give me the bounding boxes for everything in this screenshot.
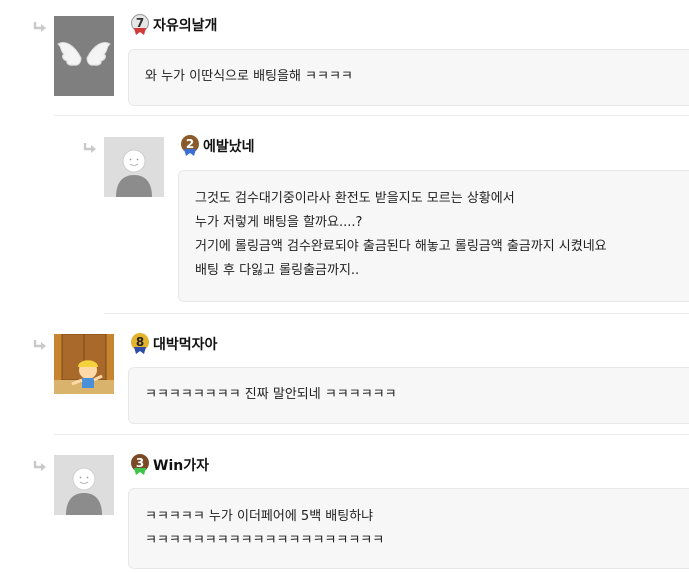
- comment-bubble: ㅋㅋㅋㅋㅋㅋㅋㅋ 진짜 말안되네 ㅋㅋㅋㅋㅋㅋ: [128, 367, 689, 424]
- nickname[interactable]: 에발났네: [203, 136, 255, 156]
- level-badge-icon: 3: [131, 454, 149, 476]
- comment-text: 누가 저렇게 배팅을 할까요....?: [195, 215, 363, 230]
- comment-text: ㅋㅋㅋㅋㅋㅋㅋㅋ 진짜 말안되네 ㅋㅋㅋㅋㅋㅋ: [145, 387, 397, 402]
- level-number: 3: [131, 454, 149, 472]
- comment-author: 7 자유의날개: [131, 14, 217, 36]
- comment-bubble: 와 누가 이딴식으로 배팅을해 ㅋㅋㅋㅋ: [128, 49, 689, 106]
- reply-arrow-icon: [33, 461, 46, 471]
- comment-text: 그것도 검수대기중이라사 환전도 받을지도 모르는 상황에서: [195, 191, 515, 206]
- comment-text: ㅋㅋㅋㅋㅋㅋㅋㅋㅋㅋㅋㅋㅋㅋㅋㅋㅋㅋㅋㅋ: [145, 533, 385, 548]
- reply-arrow-icon: [33, 340, 46, 350]
- comment-author: 8 대박먹자아: [131, 333, 217, 355]
- default-user-icon: [116, 149, 152, 197]
- comment-author: 3 Win가자: [131, 454, 209, 476]
- comment-item: 7 자유의날개 와 누가 이딴식으로 배팅을해 ㅋㅋㅋㅋ: [0, 0, 689, 116]
- comment-text: ㅋㅋㅋㅋㅋ 누가 이더페어에 5백 배팅하냐: [145, 509, 374, 524]
- divider: [104, 313, 689, 314]
- comment-bubble: ㅋㅋㅋㅋㅋ 누가 이더페어에 5백 배팅하냐 ㅋㅋㅋㅋㅋㅋㅋㅋㅋㅋㅋㅋㅋㅋㅋㅋㅋ…: [128, 488, 689, 569]
- level-number: 2: [181, 135, 199, 153]
- level-badge-icon: 8: [131, 333, 149, 355]
- comment-text: 와 누가 이딴식으로 배팅을해 ㅋㅋㅋㅋ: [145, 69, 353, 84]
- avatar[interactable]: [54, 455, 114, 515]
- level-badge-icon: 7: [131, 14, 149, 36]
- cartoon-kid-icon: [54, 334, 114, 394]
- divider: [54, 115, 689, 116]
- avatar[interactable]: [104, 137, 164, 197]
- default-user-icon: [66, 467, 102, 515]
- comment-text: 거기에 롤링금액 검수완료되야 출금된다 해놓고 롤링금액 출금까지 시켰네요: [195, 239, 607, 254]
- avatar[interactable]: [54, 334, 114, 394]
- avatar[interactable]: [54, 16, 114, 96]
- wings-icon: [57, 42, 111, 66]
- divider: [54, 434, 689, 435]
- nickname[interactable]: 자유의날개: [153, 15, 217, 35]
- level-number: 8: [131, 333, 149, 351]
- reply-arrow-icon: [33, 22, 46, 32]
- nickname[interactable]: Win가자: [153, 455, 209, 475]
- reply-arrow-icon: [83, 143, 96, 153]
- comment-author: 2 에발났네: [181, 135, 255, 157]
- level-badge-icon: 2: [181, 135, 199, 157]
- comment-bubble: 그것도 검수대기중이라사 환전도 받을지도 모르는 상황에서 누가 저렇게 배팅…: [178, 170, 689, 302]
- comment-text: 배팅 후 다잃고 롤링출금까지..: [195, 263, 360, 278]
- nickname[interactable]: 대박먹자아: [153, 334, 217, 354]
